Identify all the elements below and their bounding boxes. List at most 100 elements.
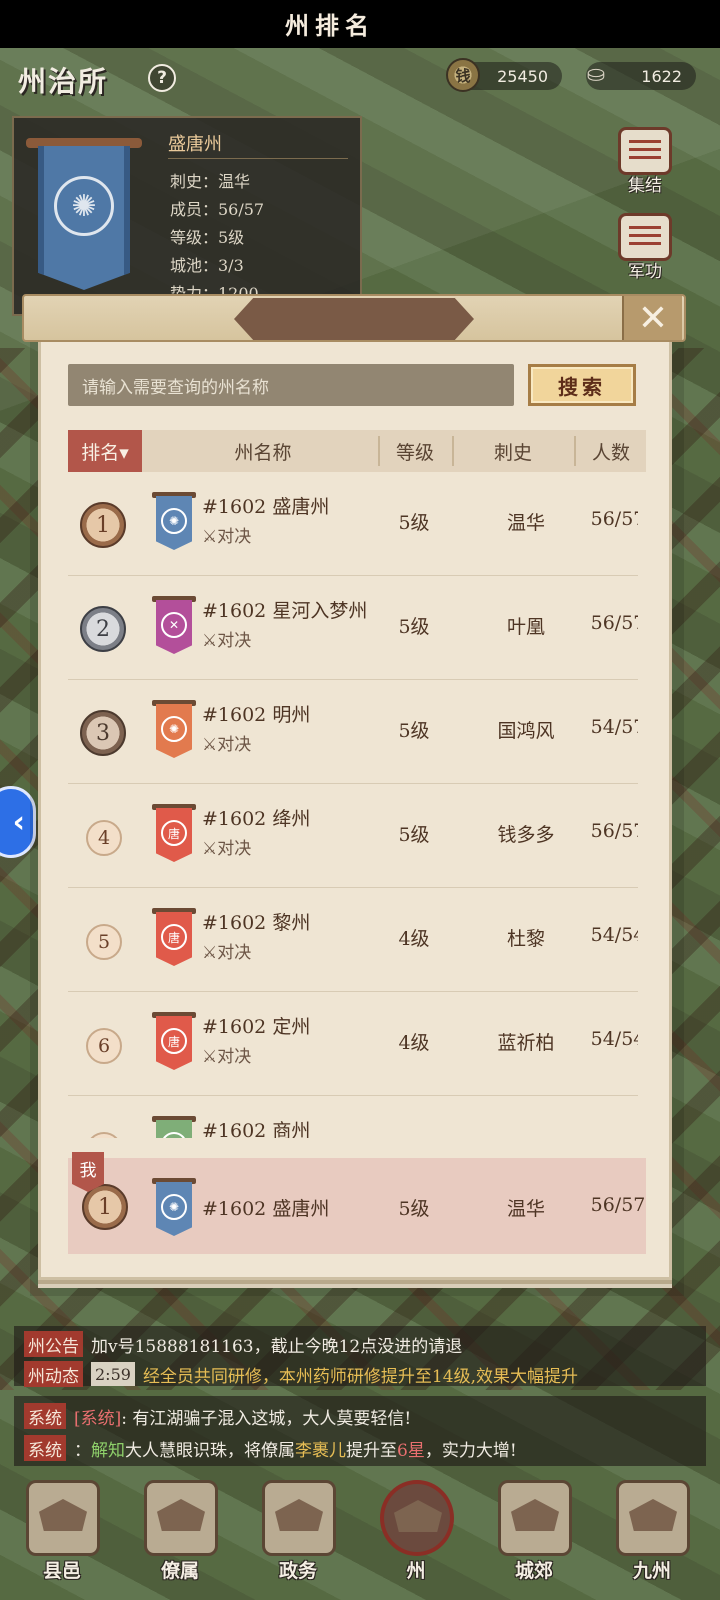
merit-button[interactable]: 军功 (612, 208, 678, 282)
dynamic-time: 2:59 (91, 1362, 135, 1386)
message-text: ： (74, 1440, 91, 1461)
state-name: #1602 盛唐州 (202, 496, 330, 518)
state-flag-icon: ✺ (152, 492, 196, 550)
state-member-count: 56/57 (590, 612, 638, 634)
ranking-row[interactable]: 1 ✺ #1602 盛唐州 ⚔对决 5级 温华 56/57 (68, 472, 638, 576)
divider (168, 158, 348, 159)
name-column-header: 州名称 (234, 441, 292, 464)
state-name: #1602 定州 (202, 1016, 311, 1038)
message-text: ，实力大增! (424, 1440, 517, 1461)
dynamic-line[interactable]: 州动态 2:59 经全员共同研修，本州药师研修提升至14级,效果大幅提升 (24, 1360, 578, 1388)
system-prefix: [系统] (74, 1408, 122, 1429)
nav-label: 僚属 (160, 1560, 199, 1582)
state-members: 成员：56/57 (170, 200, 265, 219)
state-flag-icon: ✕ (152, 596, 196, 654)
state-name: #1602 商州 (202, 1120, 311, 1138)
dynamic-text: 经全员共同研修，本州药师研修提升至14级,效果大幅提升 (142, 1366, 578, 1387)
notice-text: 加v号15888181163，截止今晚12点没进的请退 (91, 1336, 463, 1357)
nav-label: 政务 (278, 1560, 317, 1582)
my-state-row[interactable]: 1 ✺ #1602 盛唐州 5级 温华 56/57 (68, 1158, 646, 1254)
state-flag-icon: ✺ (152, 1178, 196, 1236)
state-flag-icon: 唐 (152, 804, 196, 862)
duel-button[interactable]: ⚔对决 (202, 834, 251, 859)
rank-badge: 6 (86, 1028, 122, 1064)
coin-icon: 钱 (446, 58, 480, 92)
search-input[interactable]: 请输入需要查询的州名称 (68, 364, 514, 406)
rank-badge: 7 (86, 1132, 122, 1138)
system-message: 系统 [系统] : 有江湖骗子混入这城，大人莫要轻信! (24, 1402, 411, 1430)
ranking-row[interactable]: 5 唐 #1602 黎州 ⚔对决 4级 杜黎 54/54 (68, 888, 638, 992)
state-level: 4级 (398, 928, 430, 950)
modal-header (22, 294, 686, 342)
nav-label: 九州 (632, 1560, 671, 1582)
gather-button[interactable]: 集结 (612, 122, 678, 196)
state-member-count: 54/54 (590, 924, 638, 946)
close-button[interactable]: ✕ (622, 296, 682, 340)
ranking-list[interactable]: 1 ✺ #1602 盛唐州 ⚔对决 5级 温华 56/57 2 ✕ #1602 … (68, 472, 638, 1138)
help-icon[interactable]: ? (148, 64, 176, 92)
ranking-row[interactable]: 3 ✺ #1602 明州 ⚔对决 5级 国鸿风 54/57 (68, 680, 638, 784)
state-member-count: 54/57 (590, 716, 638, 738)
state-level: 5级 (398, 616, 430, 638)
duel-button[interactable]: ⚔对决 (202, 1042, 251, 1067)
nav-nine-states[interactable]: 九州 (602, 1474, 702, 1590)
officials-icon (144, 1480, 218, 1556)
state-governor: 温华 (506, 1198, 545, 1220)
affairs-icon (262, 1480, 336, 1556)
state-name: #1602 星河入梦州 (202, 600, 368, 622)
state-level: 5级 (398, 720, 430, 742)
rank-badge: 2 (80, 606, 126, 652)
ranking-row[interactable]: 6 唐 #1602 定州 ⚔对决 4级 蓝祈柏 54/54 (68, 992, 638, 1096)
star-level: 6星 (397, 1440, 425, 1461)
system-tag: 系统 (24, 1403, 66, 1429)
rank-badge: 5 (86, 924, 122, 960)
state-member-count: 56/57 (590, 820, 638, 842)
rank-badge: 4 (86, 820, 122, 856)
state-flag-icon: ✺ (152, 1116, 196, 1138)
message-text: 大人慧眼识珠，将僚属 (125, 1440, 295, 1461)
notice-line[interactable]: 州公告 加v号15888181163，截止今晚12点没进的请退 (24, 1330, 462, 1358)
ranking-row[interactable]: 7 ✺ #1602 商州 ⚔对决 (68, 1096, 638, 1138)
state-governor: 叶凰 (506, 616, 545, 638)
system-message: 系统 ： 解知 大人慧眼识珠，将僚属 李裹儿 提升至 6星 ，实力大增! (24, 1434, 517, 1462)
duel-button[interactable]: ⚔对决 (202, 626, 251, 651)
nav-county[interactable]: 县邑 (12, 1474, 112, 1590)
my-state-tag: 我 (72, 1152, 104, 1192)
search-button[interactable]: 搜索 (528, 364, 636, 406)
ranking-row[interactable]: 4 唐 #1602 绛州 ⚔对决 5级 钱多多 56/57 (68, 784, 638, 888)
state-flag-icon: 唐 (152, 908, 196, 966)
state-name: #1602 明州 (202, 704, 311, 726)
suburb-icon (498, 1480, 572, 1556)
rank-sort-header[interactable]: 排名▾ (68, 430, 142, 472)
county-icon (26, 1480, 100, 1556)
governor-column-header: 刺史 (493, 441, 532, 464)
hero-name: 李裹儿 (295, 1440, 346, 1461)
ingot-icon: ⛀ (586, 61, 606, 87)
system-text: : 有江湖骗子混入这城，大人莫要轻信! (121, 1408, 412, 1429)
ranking-row[interactable]: 2 ✕ #1602 星河入梦州 ⚔对决 5级 叶凰 56/57 (68, 576, 638, 680)
state-member-count: 56/57 (590, 508, 638, 530)
notice-tag: 州公告 (24, 1331, 83, 1357)
page-title: 州治所 (18, 65, 109, 98)
nav-label: 县邑 (42, 1560, 81, 1582)
duel-button[interactable]: ⚔对决 (202, 730, 251, 755)
map-icon (616, 1480, 690, 1556)
nav-affairs[interactable]: 政务 (248, 1474, 348, 1590)
nav-label: 城郊 (514, 1560, 553, 1582)
nav-state[interactable]: 州 (366, 1474, 466, 1590)
duel-button[interactable]: ⚔对决 (202, 522, 251, 547)
count-column-header: 人数 (591, 441, 630, 464)
nav-suburb[interactable]: 城郊 (484, 1474, 584, 1590)
nav-label: 州 (406, 1560, 426, 1582)
rank-badge: 3 (80, 710, 126, 756)
state-level: 5级 (398, 824, 430, 846)
state-level: 5级 (398, 1198, 430, 1220)
state-name: #1602 盛唐州 (202, 1198, 330, 1220)
scroll-icon (618, 213, 672, 261)
state-governor: 刺史：温华 (170, 172, 251, 191)
player-name: 解知 (91, 1440, 125, 1461)
state-governor: 蓝祈柏 (497, 1032, 555, 1054)
state-level: 4级 (398, 1032, 430, 1054)
duel-button[interactable]: ⚔对决 (202, 938, 251, 963)
nav-officials[interactable]: 僚属 (130, 1474, 230, 1590)
